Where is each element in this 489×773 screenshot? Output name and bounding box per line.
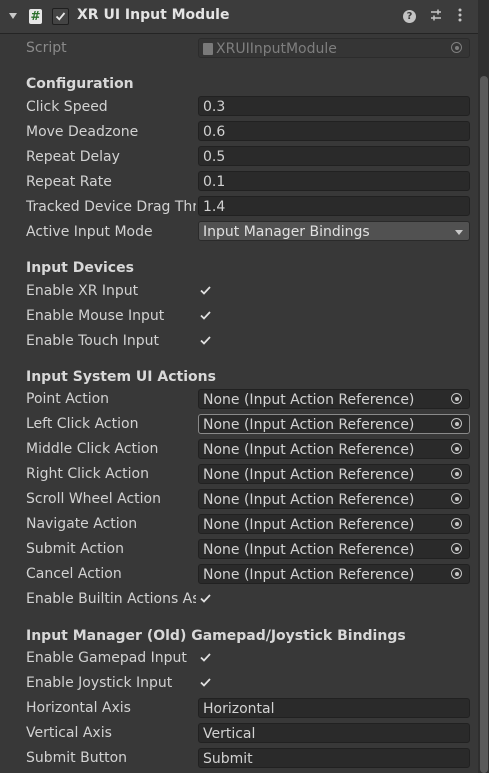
check-icon bbox=[200, 311, 211, 320]
horizontal-axis-label: Horizontal Axis bbox=[26, 700, 131, 716]
kebab-menu-icon[interactable] bbox=[452, 8, 468, 24]
scroll-wheel-action-field[interactable]: None (Input Action Reference) bbox=[198, 489, 470, 509]
tracked-drag-field[interactable]: 1.4 bbox=[198, 196, 470, 216]
enable-gamepad-label: Enable Gamepad Input bbox=[26, 650, 187, 666]
ui-actions-heading: Input System UI Actions bbox=[26, 369, 216, 385]
script-field[interactable]: XRUIInputModule bbox=[198, 38, 470, 58]
right-click-action-value: None (Input Action Reference) bbox=[203, 467, 415, 483]
gamepad-heading: Input Manager (Old) Gamepad/Joystick Bin… bbox=[26, 628, 406, 644]
object-picker-icon[interactable] bbox=[445, 440, 469, 458]
script-label: Script bbox=[26, 40, 67, 56]
enable-joystick-checkbox[interactable] bbox=[198, 675, 214, 691]
enable-mouse-label: Enable Mouse Input bbox=[26, 308, 165, 324]
left-click-action-label: Left Click Action bbox=[26, 416, 139, 432]
left-click-action-value: None (Input Action Reference) bbox=[203, 417, 415, 433]
repeat-delay-field[interactable]: 0.5 bbox=[198, 146, 470, 166]
navigate-action-field[interactable]: None (Input Action Reference) bbox=[198, 514, 470, 534]
enable-touch-checkbox[interactable] bbox=[198, 333, 214, 349]
builtin-actions-label: Enable Builtin Actions As Fallback bbox=[26, 591, 196, 607]
enable-gamepad-checkbox[interactable] bbox=[198, 650, 214, 666]
point-action-value: None (Input Action Reference) bbox=[203, 392, 415, 408]
component-title: XR UI Input Module bbox=[77, 7, 230, 23]
repeat-rate-label: Repeat Rate bbox=[26, 174, 112, 190]
presets-icon[interactable] bbox=[428, 8, 444, 24]
chevron-down-icon bbox=[455, 230, 463, 235]
vertical-axis-field[interactable]: Vertical bbox=[198, 723, 470, 743]
submit-action-label: Submit Action bbox=[26, 541, 124, 557]
enable-xr-label: Enable XR Input bbox=[26, 283, 139, 299]
object-picker-icon[interactable] bbox=[445, 390, 469, 408]
object-picker-icon[interactable] bbox=[445, 515, 469, 533]
check-icon bbox=[200, 286, 211, 295]
object-picker-icon[interactable] bbox=[445, 490, 469, 508]
point-action-field[interactable]: None (Input Action Reference) bbox=[198, 389, 470, 409]
check-icon bbox=[200, 653, 211, 662]
object-picker-icon[interactable] bbox=[445, 540, 469, 558]
click-speed-label: Click Speed bbox=[26, 99, 108, 115]
check-icon bbox=[200, 336, 211, 345]
help-icon[interactable]: ? bbox=[403, 10, 416, 23]
object-picker-icon[interactable] bbox=[445, 39, 469, 57]
right-click-action-label: Right Click Action bbox=[26, 466, 149, 482]
scrollbar-thumb[interactable] bbox=[480, 76, 488, 773]
scroll-wheel-action-value: None (Input Action Reference) bbox=[203, 492, 415, 508]
submit-action-field[interactable]: None (Input Action Reference) bbox=[198, 539, 470, 559]
move-deadzone-field[interactable]: 0.6 bbox=[198, 121, 470, 141]
navigate-action-label: Navigate Action bbox=[26, 516, 138, 532]
input-devices-heading: Input Devices bbox=[26, 260, 134, 276]
move-deadzone-label: Move Deadzone bbox=[26, 124, 139, 140]
middle-click-action-label: Middle Click Action bbox=[26, 441, 159, 457]
component-header[interactable]: # XR UI Input Module ? bbox=[0, 0, 478, 34]
csharp-script-icon: # bbox=[29, 9, 42, 24]
tracked-drag-label: Tracked Device Drag Thresh bbox=[26, 199, 196, 215]
cancel-action-value: None (Input Action Reference) bbox=[203, 567, 415, 583]
script-value: XRUIInputModule bbox=[216, 41, 337, 57]
vertical-axis-label: Vertical Axis bbox=[26, 725, 112, 741]
horizontal-axis-field[interactable]: Horizontal bbox=[198, 698, 470, 718]
cancel-action-label: Cancel Action bbox=[26, 566, 122, 582]
object-picker-icon[interactable] bbox=[445, 465, 469, 483]
enable-joystick-label: Enable Joystick Input bbox=[26, 675, 173, 691]
click-speed-field[interactable]: 0.3 bbox=[198, 96, 470, 116]
builtin-actions-checkbox[interactable] bbox=[198, 591, 214, 607]
active-input-mode-dropdown[interactable]: Input Manager Bindings bbox=[198, 221, 470, 241]
component-enabled-checkbox[interactable] bbox=[52, 8, 69, 25]
left-click-action-field[interactable]: None (Input Action Reference) bbox=[198, 414, 470, 434]
object-picker-icon[interactable] bbox=[445, 415, 469, 433]
check-icon bbox=[200, 594, 211, 603]
check-icon bbox=[200, 678, 211, 687]
cancel-action-field[interactable]: None (Input Action Reference) bbox=[198, 564, 470, 584]
right-click-action-field[interactable]: None (Input Action Reference) bbox=[198, 464, 470, 484]
submit-action-value: None (Input Action Reference) bbox=[203, 542, 415, 558]
active-input-mode-label: Active Input Mode bbox=[26, 224, 153, 240]
scroll-wheel-action-label: Scroll Wheel Action bbox=[26, 491, 161, 507]
middle-click-action-field[interactable]: None (Input Action Reference) bbox=[198, 439, 470, 459]
script-file-icon bbox=[203, 43, 213, 55]
navigate-action-value: None (Input Action Reference) bbox=[203, 517, 415, 533]
repeat-rate-field[interactable]: 0.1 bbox=[198, 171, 470, 191]
point-action-label: Point Action bbox=[26, 391, 110, 407]
enable-xr-checkbox[interactable] bbox=[198, 283, 214, 299]
object-picker-icon[interactable] bbox=[445, 565, 469, 583]
submit-button-label: Submit Button bbox=[26, 750, 128, 766]
repeat-delay-label: Repeat Delay bbox=[26, 149, 120, 165]
enable-mouse-checkbox[interactable] bbox=[198, 308, 214, 324]
enable-touch-label: Enable Touch Input bbox=[26, 333, 160, 349]
middle-click-action-value: None (Input Action Reference) bbox=[203, 442, 415, 458]
active-input-mode-value: Input Manager Bindings bbox=[203, 224, 370, 240]
configuration-heading: Configuration bbox=[26, 76, 134, 92]
submit-button-field[interactable]: Submit bbox=[198, 748, 470, 768]
foldout-arrow-icon[interactable] bbox=[9, 13, 17, 19]
